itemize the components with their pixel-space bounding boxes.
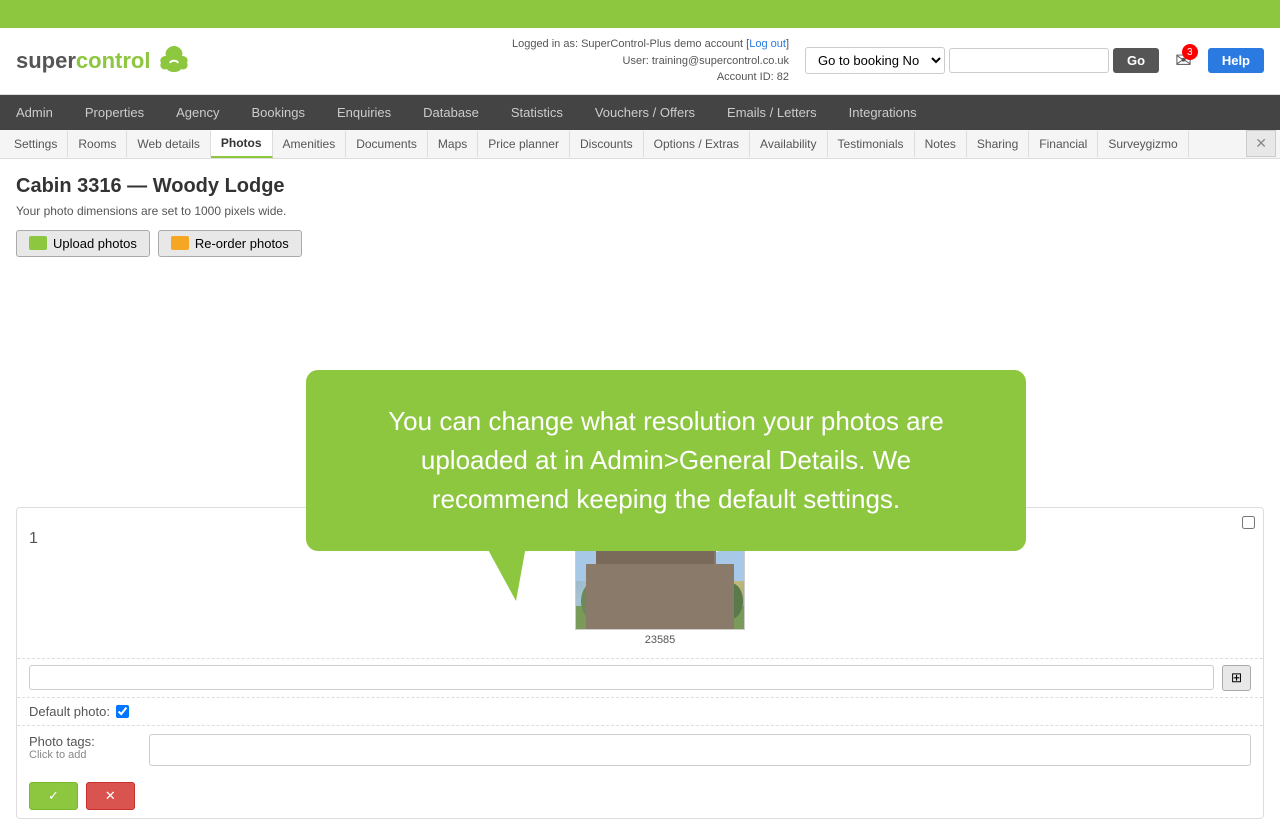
nav-integrations[interactable]: Integrations [833, 95, 933, 130]
nav-properties[interactable]: Properties [69, 95, 160, 130]
go-button[interactable]: Go [1113, 48, 1159, 73]
speech-bubble: You can change what resolution your phot… [306, 370, 1026, 551]
subnav-amenities[interactable]: Amenities [273, 131, 347, 157]
logo: supercontrol [16, 41, 194, 81]
nav-statistics[interactable]: Statistics [495, 95, 579, 130]
speech-bubble-tail [486, 546, 526, 601]
caption-edit-button[interactable]: ⊞ [1222, 665, 1251, 691]
photo-section: 1 [16, 507, 1264, 819]
booking-go-section: Go to booking No Go [805, 47, 1159, 74]
nav-agency[interactable]: Agency [160, 95, 235, 130]
subnav-notes[interactable]: Notes [915, 131, 967, 157]
photo-select-checkbox[interactable] [1242, 516, 1255, 529]
subnav-price-planner[interactable]: Price planner [478, 131, 570, 157]
nav-vouchers[interactable]: Vouchers / Offers [579, 95, 711, 130]
content-wrapper: Cabin 3316 — Woody Lodge Your photo dime… [16, 175, 1264, 819]
logo-super: super [16, 48, 76, 74]
logout-link[interactable]: Log out [749, 38, 786, 50]
action-buttons: Upload photos Re-order photos [16, 230, 1264, 257]
sub-nav: Settings Rooms Web details Photos Amenit… [0, 130, 1280, 159]
photo-tags-label: Photo tags: [29, 734, 149, 749]
photo-tags-sublabel: Click to add [29, 749, 149, 761]
default-photo-label: Default photo: [29, 704, 110, 719]
subnav-options-extras[interactable]: Options / Extras [644, 131, 750, 157]
tooltip-overlay: You can change what resolution your phot… [306, 370, 1026, 551]
delete-button[interactable]: ✕ [86, 782, 135, 810]
nav-admin[interactable]: Admin [0, 95, 69, 130]
content-area: Cabin 3316 — Woody Lodge Your photo dime… [0, 159, 1280, 835]
booking-dropdown[interactable]: Go to booking No [805, 47, 945, 74]
reorder-icon [171, 236, 189, 250]
bottom-buttons: ✓ ✕ [17, 774, 1263, 818]
subnav-rooms[interactable]: Rooms [68, 131, 127, 157]
subnav-documents[interactable]: Documents [346, 131, 428, 157]
subnav-discounts[interactable]: Discounts [570, 131, 644, 157]
subnav-maps[interactable]: Maps [428, 131, 478, 157]
photo-number: 1 [29, 520, 69, 548]
subnav-availability[interactable]: Availability [750, 131, 827, 157]
mail-badge: 3 [1182, 44, 1198, 60]
mail-button[interactable]: ✉ 3 [1175, 48, 1192, 73]
user-text: User: training@supercontrol.co.uk [512, 53, 789, 70]
tooltip-text: You can change what resolution your phot… [354, 402, 978, 519]
nav-bookings[interactable]: Bookings [235, 95, 320, 130]
subnav-settings[interactable]: Settings [4, 131, 68, 157]
upload-photos-button[interactable]: Upload photos [16, 230, 150, 257]
subnav-testimonials[interactable]: Testimonials [828, 131, 915, 157]
subnav-surveygizmo[interactable]: Surveygizmo [1098, 131, 1188, 157]
caption-input-row: ⊞ [17, 659, 1263, 698]
header: supercontrol Logged in as: SuperControl-… [0, 28, 1280, 95]
logged-in-text: Logged in as: SuperControl-Plus demo acc… [512, 36, 789, 53]
default-photo-checkbox[interactable] [116, 705, 129, 718]
main-nav: Admin Properties Agency Bookings Enquiri… [0, 95, 1280, 130]
caption-input[interactable] [29, 665, 1214, 690]
photo-info: Your photo dimensions are set to 1000 pi… [16, 204, 1264, 218]
page-title: Cabin 3316 — Woody Lodge [16, 175, 1264, 198]
logo-icon [154, 41, 194, 81]
account-text: Account ID: 82 [512, 69, 789, 86]
subnav-sharing[interactable]: Sharing [967, 131, 1029, 157]
subnav-photos[interactable]: Photos [211, 130, 273, 158]
photo-tags-input[interactable] [149, 734, 1251, 766]
subnav-financial[interactable]: Financial [1029, 131, 1098, 157]
subnav-web-details[interactable]: Web details [127, 131, 210, 157]
header-info: Logged in as: SuperControl-Plus demo acc… [512, 36, 789, 86]
photo-caption-id: 23585 [645, 634, 676, 646]
default-photo-row: Default photo: [17, 698, 1263, 726]
save-button[interactable]: ✓ [29, 782, 78, 810]
nav-enquiries[interactable]: Enquiries [321, 95, 407, 130]
top-banner [0, 0, 1280, 28]
photo-tags-row: Photo tags: Click to add [17, 726, 1263, 774]
reorder-photos-button[interactable]: Re-order photos [158, 230, 302, 257]
booking-number-input[interactable] [949, 48, 1109, 73]
upload-icon [29, 236, 47, 250]
photo-tags-label-container: Photo tags: Click to add [29, 734, 149, 761]
help-button[interactable]: Help [1208, 48, 1264, 73]
logo-control: control [76, 48, 151, 74]
header-right: Logged in as: SuperControl-Plus demo acc… [512, 36, 1264, 86]
nav-database[interactable]: Database [407, 95, 495, 130]
subnav-close-icon[interactable]: ✕ [1246, 130, 1276, 157]
nav-emails[interactable]: Emails / Letters [711, 95, 833, 130]
